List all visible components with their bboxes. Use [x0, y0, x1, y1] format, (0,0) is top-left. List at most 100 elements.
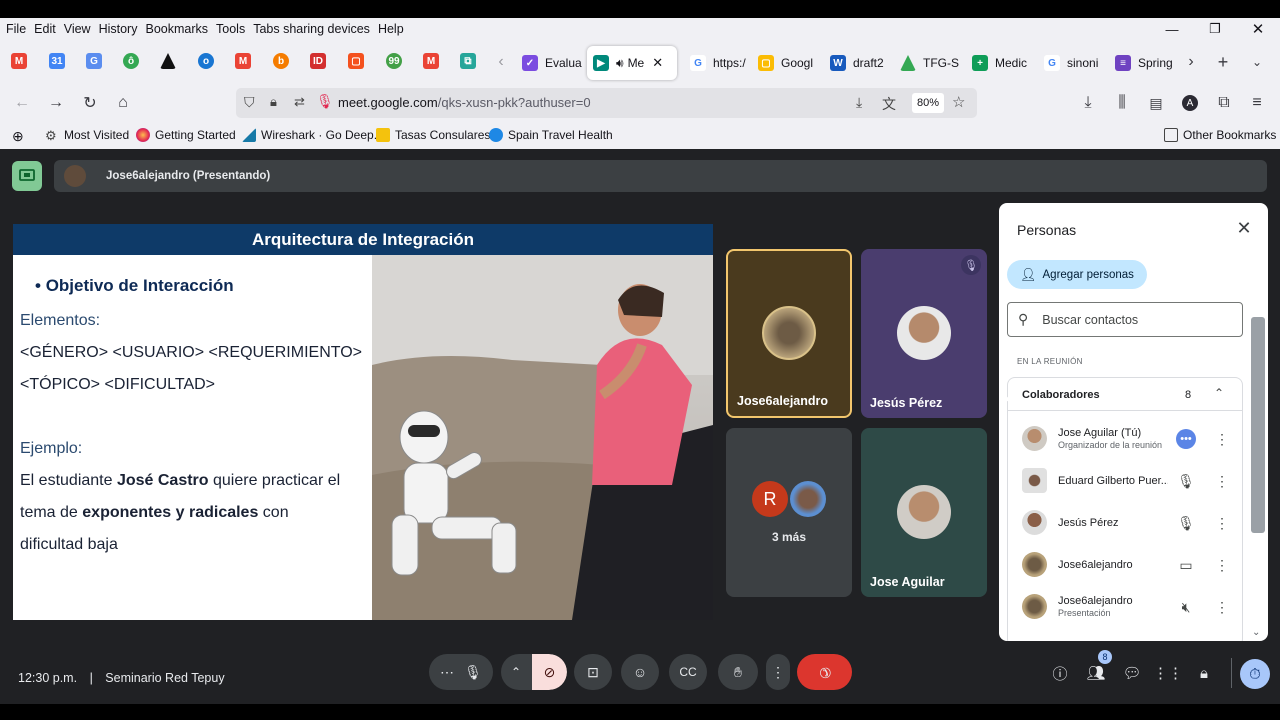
app-icon[interactable]: ▢ [348, 53, 364, 69]
gmail-icon[interactable]: M [11, 53, 27, 69]
raise-hand-button[interactable]: ✋︎ [718, 654, 758, 690]
emoji-button[interactable]: ☺ [621, 654, 659, 690]
leave-call-button[interactable]: ✆ [797, 654, 852, 690]
menu-view[interactable]: View [64, 22, 91, 36]
more-options-button[interactable]: ⋮ [766, 654, 790, 690]
downloads-icon[interactable]: ⤓ [1075, 90, 1101, 116]
tab-spring[interactable]: ≡ Spring [1115, 46, 1175, 80]
timer-icon[interactable]: ⏱︎ [1240, 659, 1270, 689]
presenting-badge[interactable] [12, 161, 42, 191]
sidebar-icon[interactable]: ▤ [1143, 90, 1169, 116]
people-icon[interactable]: 👥︎ 8 [1082, 650, 1112, 687]
url-bar[interactable]: ⛉ 🔒︎ ⇄ 🎙︎ meet.google.com/qks-xusn-pkk?a… [236, 88, 977, 118]
bitly-icon[interactable]: b [273, 53, 289, 69]
account-icon[interactable]: A [1177, 90, 1203, 116]
library-icon[interactable]: ⫼ [1109, 90, 1135, 116]
tab-draft[interactable]: Wdraft2 [830, 46, 890, 80]
more-options-icon[interactable]: ⋮ [1215, 597, 1229, 617]
permissions-icon[interactable]: ⇄ [294, 94, 305, 110]
shield-icon[interactable]: ⛉ [244, 94, 255, 111]
speaker-icon[interactable]: 🔊︎ [616, 56, 624, 71]
home-icon[interactable]: ⌂ [110, 90, 136, 116]
menu-bookmarks[interactable]: Bookmarks [145, 22, 208, 36]
audio-options-icon[interactable]: ⋯ [440, 664, 454, 681]
activities-icon[interactable]: ⋮⋮ [1153, 659, 1183, 687]
add-people-button[interactable]: 👤︎ Agregar personas [1007, 260, 1147, 289]
participant-row[interactable]: Jose6alejandro ▭ ⋮ [1008, 544, 1242, 586]
menu-edit[interactable]: Edit [34, 22, 56, 36]
more-options-icon[interactable]: ⋮ [1215, 555, 1229, 575]
id-icon[interactable]: ID [310, 53, 326, 69]
globe-icon[interactable]: ⊕ [12, 128, 24, 145]
more-options-icon[interactable]: ⋮ [1215, 429, 1229, 449]
present-screen-button[interactable]: ⊡ [574, 654, 612, 690]
app-icon[interactable]: ⧉ [460, 53, 476, 69]
more-options-icon[interactable]: ⋮ [1215, 513, 1229, 533]
url-text[interactable]: meet.google.com/qks-xusn-pkk?authuser=0 [338, 95, 591, 110]
camera-off-button[interactable]: ⊘ [532, 654, 567, 690]
bookmark-star-icon[interactable]: ☆ [952, 93, 965, 111]
bookmark-other[interactable]: Other Bookmarks [1164, 128, 1276, 142]
microphone-icon[interactable]: 🎙︎ [316, 93, 334, 110]
tabs-scroll-right-icon[interactable]: › [1178, 49, 1204, 75]
host-controls-icon[interactable]: 🔒︎ [1190, 659, 1218, 687]
tab-tfg[interactable]: TFG-S [900, 46, 960, 80]
participant-row[interactable]: Eduard Gilberto Puer... 🎙︎ ⋮ [1008, 460, 1242, 502]
app-icon[interactable]: 99 [386, 53, 402, 69]
tabs-scroll-left-icon[interactable]: ‹ [488, 49, 514, 75]
bookmark-tasas[interactable]: Tasas Consulares [376, 128, 490, 142]
meeting-details-icon[interactable]: ⓘ [1046, 659, 1074, 687]
tab-meet[interactable]: ▶ 🔊︎ Me ✕ [587, 46, 677, 80]
zoom-level[interactable]: 80% [912, 93, 944, 113]
tab-sinonimos[interactable]: Gsinoni [1044, 46, 1104, 80]
calendar-icon[interactable]: 31 [49, 53, 65, 69]
close-window-icon[interactable]: ✕ [1238, 18, 1278, 40]
lock-icon[interactable]: 🔒︎ [270, 94, 277, 110]
tab-medic[interactable]: + Medic [972, 46, 1032, 80]
reload-icon[interactable]: ↻ [77, 90, 103, 116]
restore-icon[interactable]: ❐ [1195, 18, 1235, 40]
menu-tools[interactable]: Tools [216, 22, 245, 36]
bookmark-spain-travel[interactable]: Spain Travel Health [489, 128, 613, 142]
participant-tile-jose6alejandro[interactable]: Jose6alejandro [726, 249, 852, 418]
list-tabs-icon[interactable]: ⌄ [1244, 49, 1270, 75]
captions-button[interactable]: CC [669, 654, 707, 690]
menu-help[interactable]: Help [378, 22, 404, 36]
install-icon[interactable]: ⤓ [856, 94, 862, 111]
menu-history[interactable]: History [99, 22, 138, 36]
tab-google[interactable]: ▢ Googl [758, 46, 818, 80]
scroll-down-icon[interactable]: ⌄ [1252, 627, 1260, 638]
collaborators-header[interactable]: Colaboradores 8 ⌃ [1008, 378, 1242, 411]
translate-page-icon[interactable]: 文 [882, 94, 896, 114]
more-options-icon[interactable]: ⋮ [1215, 471, 1229, 491]
minimize-icon[interactable]: — [1152, 18, 1192, 40]
gmail-icon[interactable]: M [235, 53, 251, 69]
translate-icon[interactable]: G [86, 53, 102, 69]
new-tab-icon[interactable]: + [1210, 49, 1236, 75]
tab-evaluacion[interactable]: ✓ Evalua [522, 46, 582, 80]
participant-tile-more[interactable]: R 3 más [726, 428, 852, 597]
search-contacts-input[interactable]: ⚲ Buscar contactos [1007, 302, 1243, 337]
bookmark-most-visited[interactable]: ⚙ Most Visited [45, 128, 129, 143]
extensions-icon[interactable]: ⧉ [1211, 90, 1237, 116]
video-options-icon[interactable]: ⌃ [511, 665, 521, 679]
microphone-button[interactable]: 🎙︎ [464, 664, 482, 681]
participant-row[interactable]: Jesús Pérez 🎙︎ ⋮ [1008, 502, 1242, 544]
menu-file[interactable]: File [6, 22, 26, 36]
participant-row[interactable]: Jose6alejandro Presentación 🔇︎ ⋮ [1008, 586, 1242, 628]
people-scrollbar[interactable] [1251, 317, 1265, 533]
close-icon[interactable]: ✕ [1233, 217, 1255, 239]
close-tab-icon[interactable]: ✕ [652, 55, 663, 71]
outlook-icon[interactable]: o [198, 53, 214, 69]
participant-tile-jesus-perez[interactable]: 🎙︎ Jesús Pérez [861, 249, 987, 418]
chevron-up-icon[interactable]: ⌃ [1214, 386, 1224, 400]
participant-row[interactable]: Jose Aguilar (Tú) Organizador de la reun… [1008, 418, 1242, 460]
app-icon[interactable]: ô [123, 53, 139, 69]
chat-icon[interactable]: 💬︎ [1118, 659, 1146, 687]
app-menu-icon[interactable]: ≡ [1244, 90, 1270, 116]
warning-icon[interactable] [160, 53, 176, 69]
forward-icon[interactable]: → [43, 90, 69, 116]
participant-tile-jose-aguilar[interactable]: Jose Aguilar [861, 428, 987, 597]
gmail-icon[interactable]: M [423, 53, 439, 69]
back-icon[interactable]: ← [9, 90, 35, 116]
